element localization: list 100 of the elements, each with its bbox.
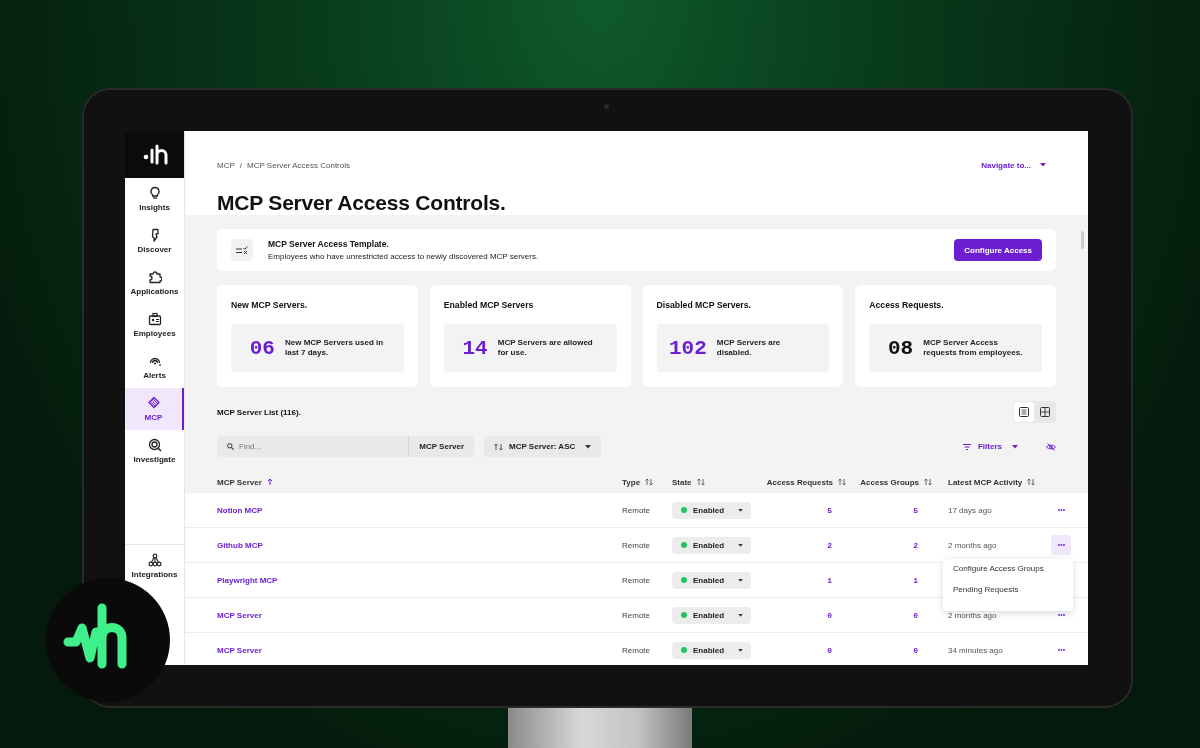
caret-icon (1040, 163, 1046, 167)
status-dot (681, 612, 687, 618)
target-icon (147, 438, 162, 452)
column-header[interactable]: Access Groups (850, 477, 936, 487)
server-name-link[interactable]: MCP Server (217, 610, 262, 620)
state-dropdown[interactable]: Enabled (672, 501, 751, 519)
sort-icon (494, 442, 503, 451)
table-cell-text: 1 (913, 575, 919, 585)
stat-description: MCP Servers are allowed for use. (497, 338, 594, 358)
caret-icon (738, 648, 743, 652)
table-cell-text: 34 minutes ago (948, 645, 1004, 655)
column-header[interactable]: Latest MCP Activity (948, 477, 1043, 487)
more-button[interactable] (1051, 535, 1071, 555)
table-cell-text: Remote (622, 575, 651, 585)
nav-item[interactable]: Employees (125, 304, 184, 346)
column-header[interactable]: MCP Server (217, 477, 622, 487)
nav-item[interactable]: Applications (125, 262, 184, 304)
status-dot (681, 507, 687, 513)
column-header[interactable]: Type (622, 477, 672, 487)
caret-icon (738, 508, 743, 512)
menu-item[interactable]: Configure Access Groups (943, 564, 1073, 585)
table-cell-text: 0 (913, 610, 919, 620)
grid-view-icon (1040, 407, 1050, 417)
stat-description: New MCP Servers used in last 7 days. (285, 338, 385, 358)
nav-item[interactable]: Discover (125, 220, 184, 262)
list-title: MCP Server List (116). (217, 407, 301, 417)
column-header[interactable]: Access Requests (762, 477, 850, 487)
template-title: MCP Server Access Template. (268, 239, 390, 249)
table-cell-text: 2 months ago (948, 540, 998, 550)
eye-off-icon (1046, 442, 1056, 451)
stat-value: 14 (462, 336, 488, 360)
server-name-link[interactable]: Notion MCP (217, 505, 263, 515)
search-icon (227, 443, 234, 450)
caret-icon (1012, 444, 1018, 449)
layers-icon (146, 396, 161, 410)
status-dot (681, 647, 687, 653)
scrollbar-thumb (1081, 231, 1084, 249)
table-cell-text: 2 (913, 540, 919, 550)
table-cell-text: 5 (913, 505, 919, 515)
table-cell-text: 17 days ago (948, 505, 993, 515)
list-view-icon (1019, 407, 1029, 417)
search-field[interactable]: Find... (217, 436, 409, 457)
nav-item[interactable]: MCP (125, 388, 184, 430)
caret-icon (738, 578, 743, 582)
search-scope-button[interactable]: MCP Server (408, 436, 474, 457)
stat-title: New MCP Servers. (231, 300, 309, 310)
hide-columns-button[interactable] (1046, 442, 1056, 451)
table-cell-text: 0 (827, 610, 833, 620)
state-dropdown[interactable]: Enabled (672, 536, 751, 554)
status-dot (681, 577, 687, 583)
caret-icon (738, 613, 743, 617)
stat-title: Disabled MCP Servers. (656, 300, 752, 310)
id-badge-icon (147, 312, 162, 326)
server-name-link[interactable]: MCP Server (217, 645, 262, 655)
nav-item[interactable]: Investigate (125, 430, 184, 472)
table-cell-text: Remote (622, 610, 651, 620)
page-title: MCP Server Access Controls. (217, 191, 507, 215)
template-description: Employees who have unrestricted access to newly discovered MCP servers. (268, 252, 540, 261)
server-name-link[interactable]: Playwright MCP (217, 575, 278, 585)
logo-icon[interactable] (141, 143, 168, 166)
table-cell-text: 0 (913, 645, 919, 655)
breadcrumb-item[interactable]: MCP (217, 160, 235, 170)
table-cell-text: 1 (827, 575, 833, 585)
table-cell-text: 5 (827, 505, 833, 515)
stat-title: Enabled MCP Servers (443, 300, 535, 310)
table-cell-text: Remote (622, 505, 651, 515)
column-header[interactable]: State (672, 477, 762, 487)
navigate-dropdown[interactable]: Navigate to... (981, 160, 1046, 170)
stat-description: MCP Server Access requests from employees. (923, 338, 1024, 358)
nav-item[interactable]: Integrations (125, 545, 184, 587)
state-dropdown[interactable]: Enabled (672, 606, 751, 624)
state-dropdown[interactable]: Enabled (672, 641, 751, 659)
camera-dot (604, 104, 609, 109)
table-cell-text: Remote (622, 540, 651, 550)
list-check-icon (236, 245, 248, 255)
filters-dropdown[interactable]: Filters (963, 442, 1018, 451)
stat-title: Access Requests. (869, 300, 945, 310)
nodes-icon (147, 553, 162, 567)
state-dropdown[interactable]: Enabled (672, 571, 751, 589)
status-dot (681, 542, 687, 548)
stat-value: 06 (249, 336, 275, 360)
stat-description: MCP Servers are disabled. (716, 338, 782, 358)
menu-item[interactable]: Pending Requests (943, 585, 1073, 606)
table-cell-text: 2 (827, 540, 833, 550)
stat-value: 08 (888, 336, 914, 360)
filter-icon (963, 443, 971, 450)
stat-value: 102 (668, 336, 707, 360)
puzzle-icon (147, 270, 162, 284)
server-name-link[interactable]: Github MCP (217, 540, 263, 550)
sort-dropdown[interactable]: MCP Server: ASC (484, 436, 602, 457)
breadcrumb-item: MCP Server Access Controls (247, 160, 350, 170)
nav-item[interactable]: Alerts (125, 346, 184, 388)
configure-access-button[interactable]: Configure Access (954, 239, 1042, 261)
breadcrumb-separator: / (239, 160, 242, 170)
caret-icon (738, 543, 743, 547)
table-cell-text: 2 months ago (948, 610, 998, 620)
list-view-button[interactable] (1014, 402, 1034, 422)
nav-item[interactable]: Insights (125, 178, 184, 220)
caret-icon (585, 444, 592, 449)
table-cell-text: 0 (827, 645, 833, 655)
